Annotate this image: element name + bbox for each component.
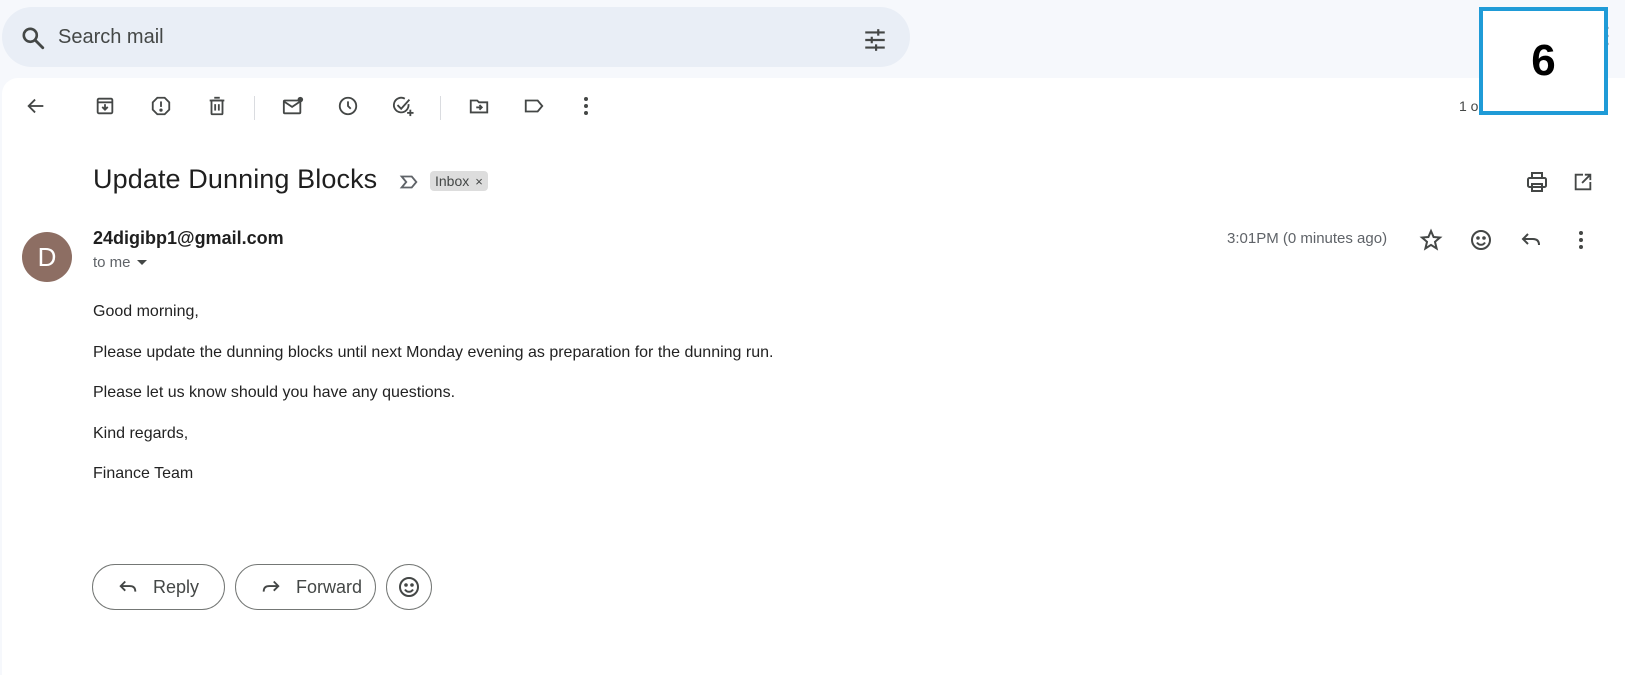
body-line: Kind regards,	[93, 424, 189, 442]
toolbar-divider	[440, 96, 441, 120]
body-line: Good morning,	[93, 303, 199, 320]
archive-icon[interactable]	[89, 90, 121, 122]
body-line: Please update the dunning blocks until n…	[93, 343, 774, 361]
sender-email[interactable]: 24digibp1@gmail.com	[93, 228, 284, 249]
emoji-reaction-icon[interactable]	[1467, 226, 1495, 254]
body-line: Please let us know should you have any q…	[93, 384, 456, 401]
message-panel: 1 o Update Dunning Blocks Inbox × D 24di…	[2, 78, 1625, 675]
open-in-new-window-icon[interactable]	[1569, 168, 1597, 196]
emoji-reaction-button[interactable]	[386, 564, 432, 610]
reply-button[interactable]: Reply	[92, 564, 225, 610]
move-to-icon[interactable]	[463, 90, 495, 122]
star-icon[interactable]	[1417, 226, 1445, 254]
sender-avatar[interactable]: D	[22, 232, 72, 282]
add-to-tasks-icon[interactable]	[387, 90, 419, 122]
message-timestamp: 3:01PM (0 minutes ago)	[1227, 230, 1388, 247]
forward-icon	[262, 580, 280, 592]
labels-icon[interactable]	[518, 90, 550, 122]
importance-marker-icon[interactable]	[398, 171, 420, 193]
recipient-details[interactable]: to me	[93, 254, 147, 271]
search-input[interactable]	[58, 21, 818, 53]
step-number-badge: 6	[1479, 7, 1608, 115]
toolbar-divider	[254, 96, 255, 120]
recipient-text: to me	[93, 254, 131, 271]
body-line: Finance Team	[93, 465, 194, 482]
forward-button[interactable]: Forward	[235, 564, 376, 610]
delete-icon[interactable]	[201, 90, 233, 122]
remove-label-icon[interactable]: ×	[475, 174, 483, 189]
report-spam-icon[interactable]	[145, 90, 177, 122]
back-arrow-icon[interactable]	[20, 90, 52, 122]
label-text: Inbox	[435, 173, 470, 189]
emoji-icon	[399, 577, 419, 597]
email-subject: Update Dunning Blocks	[93, 164, 378, 194]
snooze-icon[interactable]	[332, 90, 364, 122]
mark-unread-icon[interactable]	[277, 90, 309, 122]
reply-icon[interactable]	[1517, 226, 1545, 254]
reply-icon	[119, 580, 137, 592]
more-vert-icon[interactable]	[570, 90, 602, 122]
message-toolbar: 1 o	[2, 78, 1625, 134]
chevron-down-icon[interactable]	[136, 260, 147, 265]
search-options-icon[interactable]	[862, 27, 888, 53]
pagination-count: 1 o	[1459, 98, 1479, 114]
print-icon[interactable]	[1523, 168, 1551, 196]
email-body: Good morning, Please update the dunning …	[93, 302, 773, 505]
top-bar	[0, 0, 1625, 76]
message-more-icon[interactable]	[1567, 226, 1595, 254]
search-bar[interactable]	[2, 7, 910, 67]
forward-label: Forward	[296, 576, 363, 597]
reply-label: Reply	[153, 576, 200, 597]
inbox-label-chip: Inbox ×	[430, 171, 488, 191]
search-icon[interactable]	[20, 25, 46, 51]
